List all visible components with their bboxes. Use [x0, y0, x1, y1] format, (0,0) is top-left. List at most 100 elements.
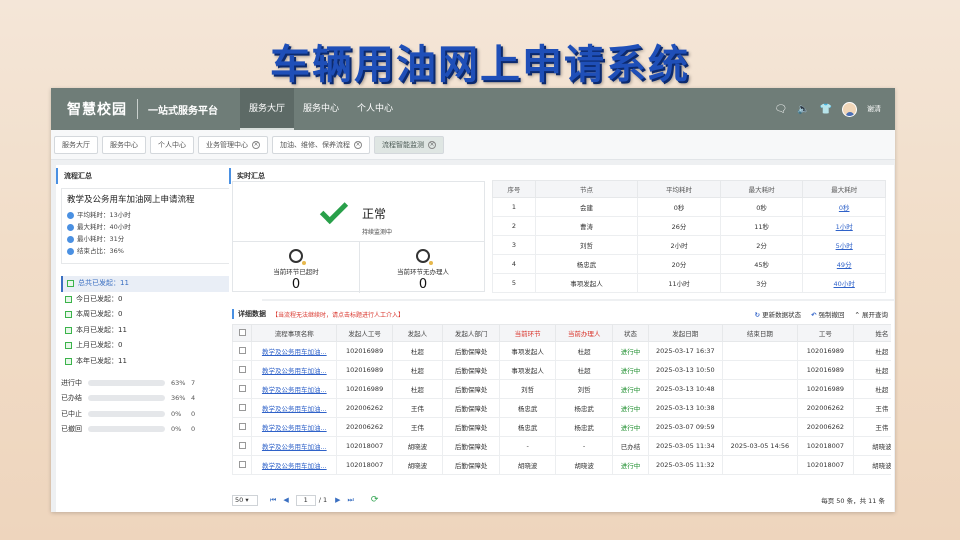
detail-cell[interactable]	[232, 379, 253, 399]
detail-cell: 进行中	[612, 341, 649, 361]
overdue-cell: 当前环节已超时 0	[233, 241, 359, 293]
detail-cell[interactable]	[232, 436, 253, 456]
tab-service-hall[interactable]: 服务大厅	[54, 135, 98, 154]
node-table: 序号 节点 平均耗时 最大耗时 最大耗时 1 会建 0秒 0秒 0秒 2 曹涛 26分 11秒 1小时 3 刘…	[492, 180, 886, 293]
row-checkbox[interactable]	[238, 460, 246, 468]
launch-year[interactable]: 本年已发起：11	[61, 354, 257, 370]
node-cell: 曹涛	[534, 216, 639, 236]
table-row[interactable]: 教学及公务用车加油... 202006262 王伟 后勤保障处 杨忠武 杨忠武 进行中 202…	[232, 398, 891, 418]
max-time-link[interactable]: 5小时	[836, 242, 853, 250]
table-row[interactable]: 教学及公务用车加油... 102018007 胡晓波 后勤保障处 - - 已办结 2025-0…	[232, 436, 891, 456]
detail-cell: 王伟	[391, 417, 443, 437]
detail-cell[interactable]: 教学及公务用车加油...	[251, 379, 338, 399]
row-checkbox[interactable]	[238, 441, 246, 449]
row-checkbox[interactable]	[238, 403, 246, 411]
max-time-link[interactable]: 40小时	[834, 280, 855, 288]
nav-personal-center[interactable]: 个人中心	[348, 88, 402, 130]
status-row[interactable]: 已办结 36% 4	[61, 391, 257, 407]
overdue-value: 0	[291, 277, 301, 292]
page-input[interactable]: 1	[295, 494, 316, 506]
close-icon[interactable]: ×	[428, 140, 436, 149]
node-cell[interactable]: 0秒	[802, 197, 886, 217]
detail-grid[interactable]: 流程事项名称 发起人工号 发起人 发起人部门 当前环节 当前办理人 状态 发起日期 结束日期 工号…	[232, 324, 891, 487]
refresh-icon[interactable]: ⟳	[371, 495, 379, 505]
last-page-button[interactable]: ⏭	[348, 496, 354, 505]
close-icon[interactable]: ×	[252, 140, 260, 149]
node-cell[interactable]: 40小时	[802, 273, 886, 293]
launch-label: 总共已发起：11	[78, 279, 129, 287]
max-time-link[interactable]: 1小时	[836, 223, 853, 231]
avatar[interactable]	[842, 101, 857, 117]
page-size-select[interactable]: 50 ▾	[232, 494, 258, 506]
shirt-icon[interactable]: 👕	[820, 104, 832, 115]
checkbox[interactable]	[238, 328, 246, 336]
node-cell: 45秒	[719, 254, 804, 274]
tab-process-monitor[interactable]: 流程智能监测 ×	[374, 135, 444, 154]
row-checkbox[interactable]	[238, 365, 246, 373]
detail-cell[interactable]	[232, 398, 253, 418]
select-all-checkbox[interactable]	[232, 324, 253, 342]
detail-cell: 2025-03-05 11:32	[647, 455, 724, 475]
detail-cell[interactable]	[232, 417, 253, 437]
table-row[interactable]: 教学及公务用车加油... 102016989 杜超 后勤保障处 刘哲 刘哲 进行中 2025-…	[232, 379, 891, 399]
row-checkbox[interactable]	[238, 384, 246, 392]
speaker-icon[interactable]: 🔈	[797, 104, 809, 115]
launch-today[interactable]: 今日已发起：0	[61, 292, 257, 308]
row-checkbox[interactable]	[238, 422, 246, 430]
max-time-link[interactable]: 49分	[837, 261, 852, 269]
next-page-button[interactable]: ▶	[335, 496, 340, 504]
detail-cell[interactable]: 教学及公务用车加油...	[251, 417, 338, 437]
chat-icon[interactable]: 🗨	[774, 104, 787, 115]
launch-label: 本月已发起：11	[76, 325, 127, 334]
detail-cell[interactable]: 教学及公务用车加油...	[251, 455, 338, 475]
launch-last-month[interactable]: 上月已发起：0	[61, 338, 257, 354]
force-withdraw-button[interactable]: ↶ 强制撤回	[811, 309, 844, 319]
tab-bar: 服务大厅 服务中心 个人中心 业务管理中心 × 加油、维修、保养流程 × 流程智能监…	[51, 130, 895, 160]
launch-week[interactable]: 本周已发起：0	[61, 307, 257, 323]
update-status-button[interactable]: ↻ 更新数据状态	[755, 309, 801, 319]
detail-cell: 后勤保障处	[441, 417, 501, 437]
status-row[interactable]: 已撤回 0% 0	[61, 422, 257, 438]
user-name[interactable]: 谢清	[867, 104, 881, 114]
launch-month[interactable]: 本月已发起：11	[61, 323, 257, 339]
first-page-button[interactable]: ⏮	[270, 496, 276, 505]
node-cell[interactable]: 49分	[802, 254, 886, 274]
node-cell[interactable]: 5小时	[802, 235, 886, 255]
prev-page-button[interactable]: ◀	[283, 496, 288, 504]
launch-total[interactable]: 总共已发起：11	[61, 276, 257, 292]
nav-service-hall[interactable]: 服务大厅	[240, 88, 295, 130]
tab-maintenance-process[interactable]: 加油、维修、保养流程 ×	[272, 135, 370, 154]
nav-service-center[interactable]: 服务中心	[294, 88, 348, 130]
tab-service-center[interactable]: 服务中心	[102, 135, 146, 154]
table-row[interactable]: 教学及公务用车加油... 102016989 杜超 后勤保障处 事项发起人 杜超 进行中 20…	[232, 341, 891, 361]
tab-label: 流程智能监测	[382, 140, 424, 149]
node-cell: 1	[492, 197, 536, 217]
detail-cell: 杨忠武	[499, 417, 556, 437]
row-checkbox[interactable]	[238, 346, 246, 354]
close-icon[interactable]: ×	[354, 140, 362, 149]
table-row[interactable]: 教学及公务用车加油... 102016989 杜超 后勤保障处 事项发起人 杜超 进行中 20…	[232, 360, 891, 380]
status-pct: 36%	[171, 394, 186, 403]
node-col-header: 序号	[492, 180, 536, 198]
detail-cell: 2025-03-13 10:38	[647, 398, 724, 418]
detail-cell: 事项发起人	[499, 341, 556, 361]
status-row[interactable]: 进行中 63% 7	[61, 375, 257, 391]
tab-personal-center[interactable]: 个人中心	[150, 135, 194, 154]
detail-cell[interactable]	[232, 455, 253, 475]
status-row[interactable]: 已中止 0% 0	[61, 406, 257, 422]
detail-cell[interactable]: 教学及公务用车加油...	[251, 398, 338, 418]
detail-cell[interactable]: 教学及公务用车加油...	[251, 436, 338, 456]
detail-cell[interactable]	[232, 360, 253, 380]
detail-cell: 2025-03-13 10:48	[647, 379, 724, 399]
detail-cell[interactable]	[232, 341, 253, 361]
detail-cell[interactable]: 教学及公务用车加油...	[251, 341, 338, 361]
table-row[interactable]: 教学及公务用车加油... 202006262 王伟 后勤保障处 杨忠武 杨忠武 进行中 202…	[232, 417, 891, 437]
table-row[interactable]: 教学及公务用车加油... 102018007 胡晓波 后勤保障处 胡晓波 胡晓波 进行中 20…	[232, 455, 891, 475]
tab-business-management[interactable]: 业务管理中心 ×	[198, 135, 268, 154]
expand-query-button[interactable]: ⌃ 展开查询	[855, 309, 888, 319]
detail-cell: 胡晓波	[554, 455, 614, 475]
node-cell: 11小时	[637, 273, 721, 293]
node-cell[interactable]: 1小时	[802, 216, 886, 236]
max-time-link[interactable]: 0秒	[839, 204, 850, 212]
detail-cell[interactable]: 教学及公务用车加油...	[251, 360, 338, 380]
